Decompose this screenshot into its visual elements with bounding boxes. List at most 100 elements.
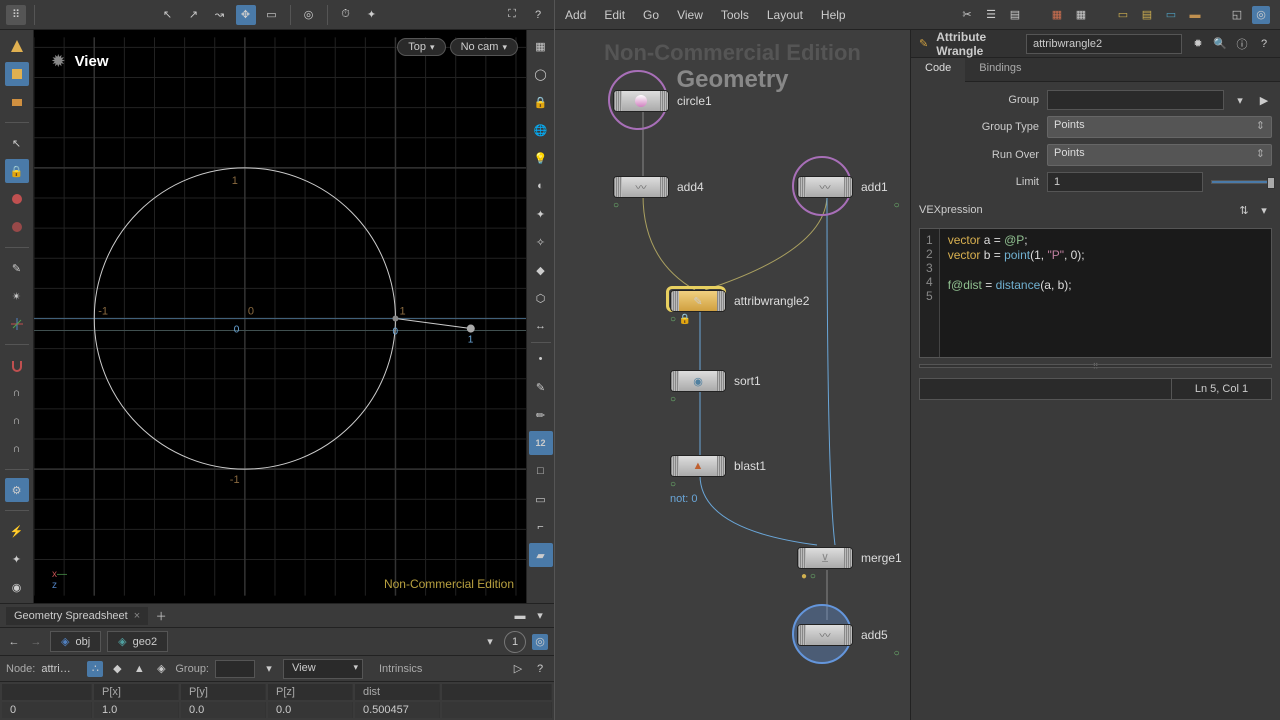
img-icon[interactable]: ▭ [1162,6,1180,24]
info-icon[interactable]: ⓘ [1234,36,1250,52]
node-attribwrangle2[interactable]: ✎ attribwrangle2 ○ 🔒 [670,290,809,312]
box3-icon[interactable]: □ [529,459,553,483]
view-dropdown[interactable]: View [283,659,363,679]
network-view[interactable]: Non-Commercial Edition Geometry [555,30,910,720]
axis-icon[interactable] [5,312,29,336]
bulb-icon[interactable]: ◐ [529,174,553,198]
tool5-icon[interactable]: ↔ [529,314,553,338]
panel-menu-icon[interactable]: ▾ [532,608,548,624]
tree-icon[interactable]: ✴ [5,284,29,308]
help2-icon[interactable]: ? [532,661,548,677]
cursor-icon[interactable]: ↖ [158,5,178,25]
node-name-input[interactable] [1026,34,1182,54]
cursor2-icon[interactable]: ↗ [184,5,204,25]
display-icon[interactable]: ▭ [262,5,282,25]
vtx-icon[interactable]: ◆ [109,661,125,677]
node-merge1[interactable]: ⊻ merge1 ● ○ [797,547,902,569]
red1-icon[interactable] [5,187,29,211]
num-icon[interactable]: 12 [529,431,553,455]
add-tab-button[interactable]: ＋ [152,607,170,625]
search-icon[interactable]: 🔍 [1212,36,1228,52]
list2-icon[interactable]: ▤ [1006,6,1024,24]
play-icon[interactable]: ▷ [510,661,526,677]
group-input[interactable] [215,660,255,678]
render-icon[interactable]: ◉ [5,575,29,599]
det-icon[interactable]: ◈ [153,661,169,677]
menu-go[interactable]: Go [643,8,659,22]
vex-opt-icon[interactable]: ⇅ [1236,202,1252,218]
select-icon[interactable]: ↖ [5,131,29,155]
globe-icon[interactable]: 🌐 [529,118,553,142]
table-row[interactable]: 0 1.0 0.0 0.0 0.500457 [2,702,552,718]
node-add4[interactable]: 〰 add4 ○ [613,176,704,198]
menu-edit[interactable]: Edit [604,8,625,22]
close-icon[interactable]: × [134,610,140,622]
col-px[interactable]: P[x] [94,684,179,700]
back-icon[interactable]: ← [6,634,22,650]
handle-icon[interactable]: ✥ [236,5,256,25]
tab-bindings[interactable]: Bindings [965,58,1035,81]
viewport[interactable]: -1 0 1 1 -1 0 0 1 ✹ View Top No cam N [34,30,526,603]
grouptype-select[interactable]: Points [1047,116,1272,138]
box-icon[interactable] [5,62,29,86]
shade1-icon[interactable]: ▦ [529,34,553,58]
gear2-icon[interactable]: ✹ [1190,36,1206,52]
apps-icon[interactable]: ⠿ [6,5,26,25]
runover-select[interactable]: Points [1047,144,1272,166]
grid1-icon[interactable]: ▦ [1048,6,1066,24]
intrinsics-label[interactable]: Intrinsics [379,663,422,675]
drop-icon[interactable]: ▾ [482,634,498,650]
group-pick-icon[interactable]: ▶ [1256,92,1272,108]
tools-icon[interactable]: ✂ [958,6,976,24]
light-icon[interactable]: 💡 [529,146,553,170]
clock-icon[interactable]: ⏱ [336,5,356,25]
node-add5[interactable]: 〰 add5 ○ [797,624,888,646]
menu-help[interactable]: Help [821,8,846,22]
vex-editor[interactable]: 12345 vector a = @P; vector b = point(1,… [919,228,1272,358]
group-dd-icon[interactable]: ▾ [1232,92,1248,108]
note-icon[interactable]: ▭ [1114,6,1132,24]
col-idx[interactable] [2,684,92,700]
prim-icon[interactable]: ▲ [131,661,147,677]
settings-icon[interactable]: ✦ [362,5,382,25]
group-menu-icon[interactable]: ▾ [261,661,277,677]
maximize-icon[interactable]: ⛶ [502,5,522,25]
help3-icon[interactable]: ? [1256,36,1272,52]
red2-icon[interactable] [5,215,29,239]
folder-icon[interactable]: ▬ [1186,6,1204,24]
tool4-icon[interactable]: ⬡ [529,286,553,310]
poly-icon[interactable] [5,34,29,58]
max-icon[interactable]: ◱ [1228,6,1246,24]
col-dist[interactable]: dist [355,684,440,700]
pen-icon[interactable]: ✎ [529,375,553,399]
tool2-icon[interactable]: ✧ [529,230,553,254]
camera-top-dropdown[interactable]: Top [397,38,445,56]
node-blast1[interactable]: ▲ blast1 ○ not: 0 [670,455,766,477]
menu-add[interactable]: Add [565,8,586,22]
grid2-icon[interactable]: ▦ [1072,6,1090,24]
gear-icon[interactable]: ⚙ [5,478,29,502]
tool1-icon[interactable]: ✦ [529,202,553,226]
menu-view[interactable]: View [677,8,703,22]
flash2-icon[interactable]: ✦ [5,547,29,571]
menu-tools[interactable]: Tools [721,8,749,22]
pencil-icon[interactable]: ✏ [529,403,553,427]
tab-code[interactable]: Code [911,58,965,82]
list-icon[interactable]: ☰ [982,6,1000,24]
mode-1-button[interactable]: 1 [504,631,526,653]
path-geo[interactable]: ◈geo2 [107,631,168,652]
limit-slider[interactable] [1211,180,1272,184]
lock-icon[interactable]: 🔒 [5,159,29,183]
vex-menu-icon[interactable]: ▾ [1256,202,1272,218]
node-sort1[interactable]: ◉ sort1 ○ [670,370,761,392]
node-circle1[interactable]: circle1 [613,90,712,112]
node-add1[interactable]: 〰 add1 ○ [797,176,888,198]
camera-nocam-dropdown[interactable]: No cam [450,38,518,56]
color-icon[interactable]: ▰ [529,543,553,567]
magnet3-icon[interactable]: ∩ [5,409,29,433]
magnet2-icon[interactable]: ∩ [5,381,29,405]
fwd-icon[interactable]: → [28,634,44,650]
box5-icon[interactable]: ⌐ [529,515,553,539]
tool3-icon[interactable]: ◆ [529,258,553,282]
menu-layout[interactable]: Layout [767,8,803,22]
